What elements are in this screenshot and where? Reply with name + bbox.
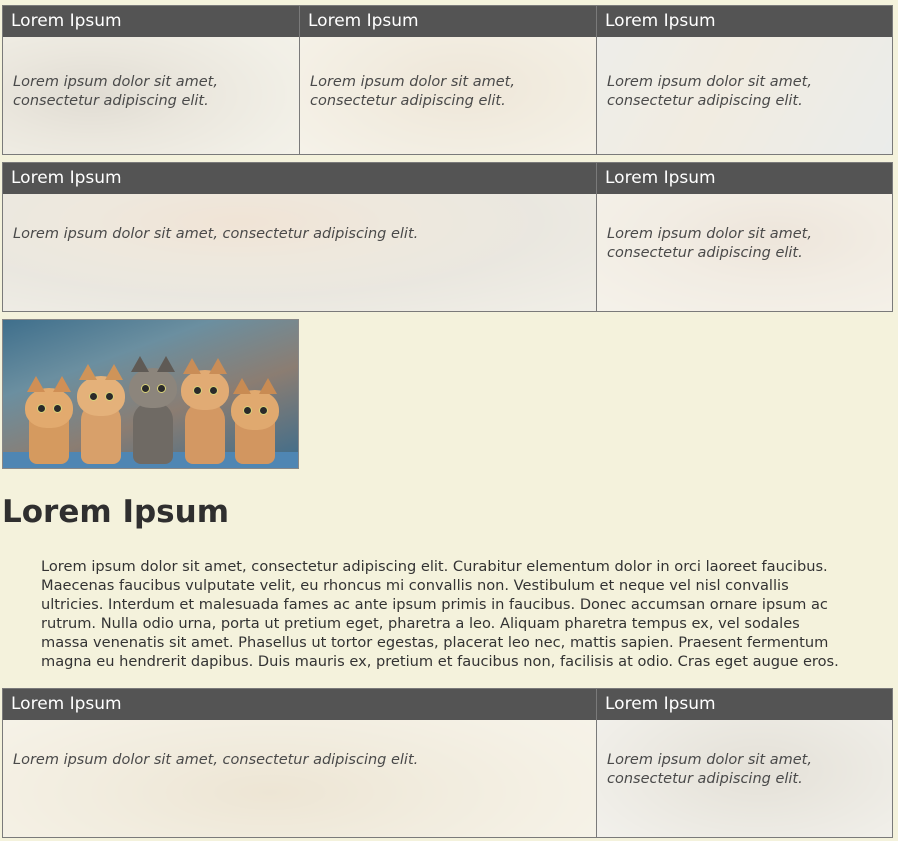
kitten-3 <box>127 340 179 464</box>
card-kittens-1[interactable]: Lorem Ipsum Lorem ipsum dolor sit amet, … <box>2 5 300 155</box>
card-description: Lorem ipsum dolor sit amet, consectetur … <box>13 752 419 768</box>
card-description: Lorem ipsum dolor sit amet, consectetur … <box>13 226 419 242</box>
card-kittens-wide[interactable]: Lorem Ipsum Lorem ipsum dolor sit amet, … <box>2 162 597 312</box>
card-description: Lorem ipsum dolor sit amet, consectetur … <box>13 74 218 109</box>
kitten-2 <box>75 346 127 464</box>
card-title: Lorem Ipsum <box>300 6 596 37</box>
page: Lorem Ipsum Lorem ipsum dolor sit amet, … <box>0 0 898 841</box>
card-title: Lorem Ipsum <box>3 689 596 720</box>
kitten-4 <box>179 342 231 464</box>
card-description: Lorem ipsum dolor sit amet, consectetur … <box>607 752 812 787</box>
card-kittens-3[interactable]: Lorem Ipsum Lorem ipsum dolor sit amet, … <box>596 5 893 155</box>
card-kitten-face[interactable]: Lorem Ipsum Lorem ipsum dolor sit amet, … <box>2 688 597 838</box>
card-kittens-4[interactable]: Lorem Ipsum Lorem ipsum dolor sit amet, … <box>596 162 893 312</box>
card-title: Lorem Ipsum <box>3 6 299 37</box>
card-title: Lorem Ipsum <box>597 6 892 37</box>
kitten-5 <box>229 364 281 464</box>
card-description: Lorem ipsum dolor sit amet, consectetur … <box>607 226 812 261</box>
kitten-1 <box>23 360 75 464</box>
card-title: Lorem Ipsum <box>3 163 596 194</box>
kittens-photo <box>2 319 299 469</box>
card-kittens-2[interactable]: Lorem Ipsum Lorem ipsum dolor sit amet, … <box>299 5 597 155</box>
article-heading: Lorem Ipsum <box>2 494 230 530</box>
article-body: Lorem ipsum dolor sit amet, consectetur … <box>41 558 839 670</box>
card-kitten-closeup[interactable]: Lorem Ipsum Lorem ipsum dolor sit amet, … <box>596 688 893 838</box>
card-title: Lorem Ipsum <box>597 163 892 194</box>
card-title: Lorem Ipsum <box>597 689 892 720</box>
card-description: Lorem ipsum dolor sit amet, consectetur … <box>607 74 812 109</box>
card-description: Lorem ipsum dolor sit amet, consectetur … <box>310 74 515 109</box>
